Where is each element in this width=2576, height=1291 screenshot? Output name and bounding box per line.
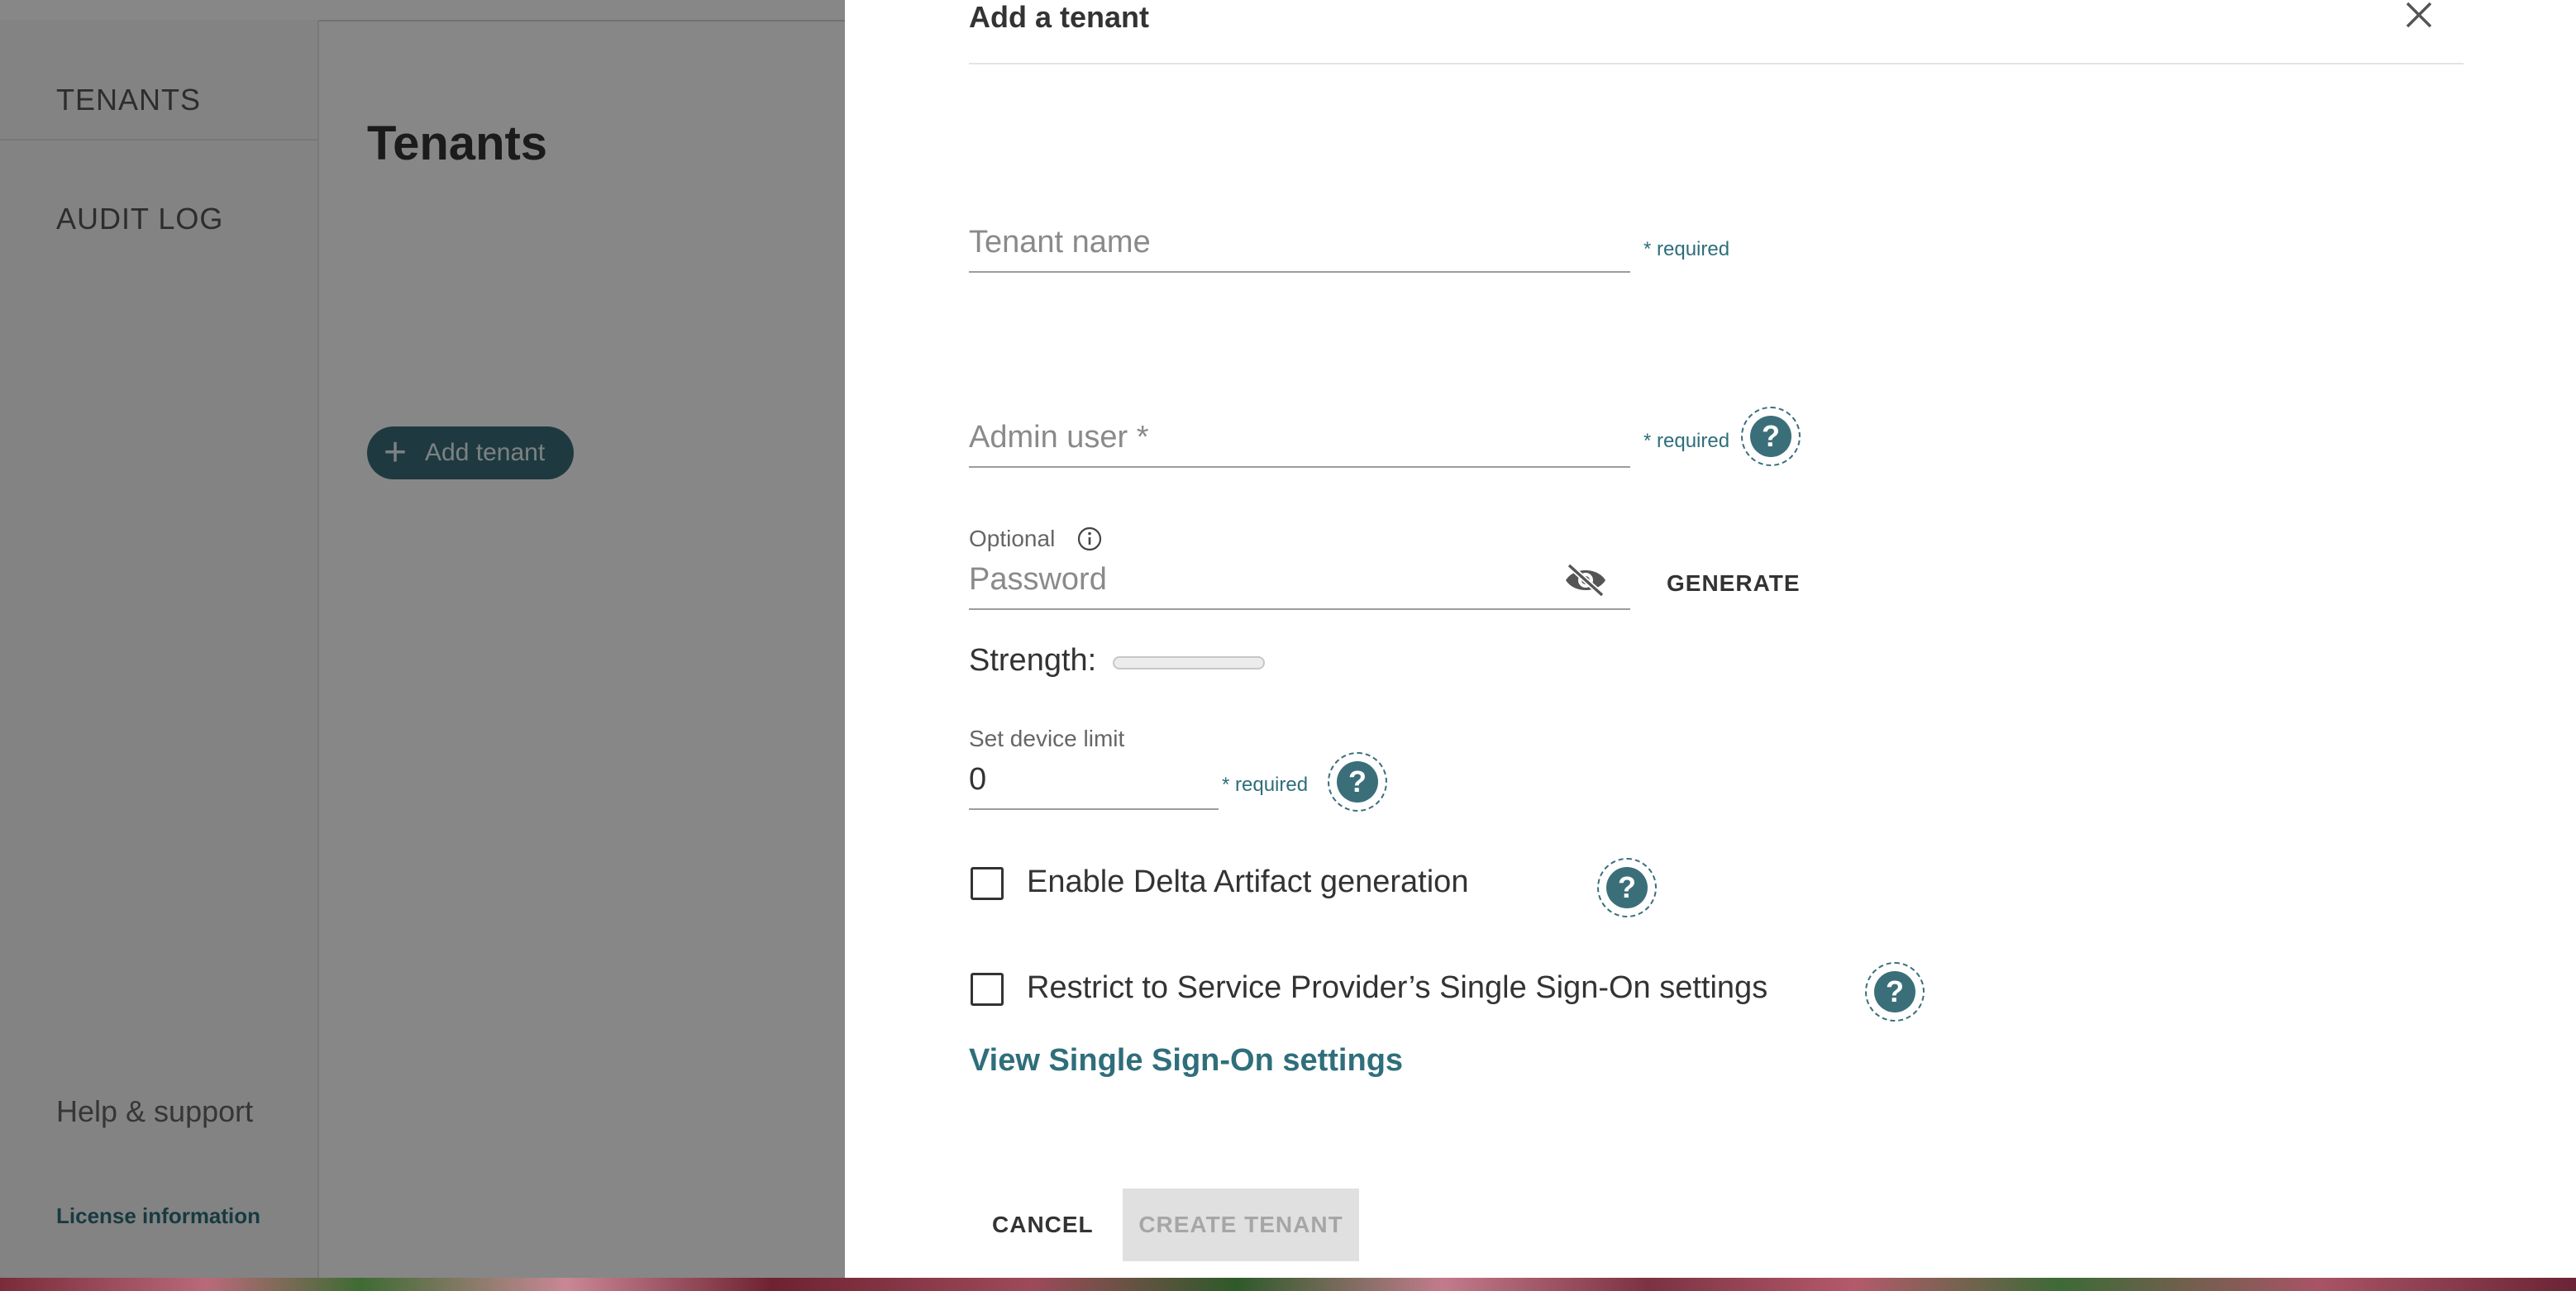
header-divider <box>969 63 2464 64</box>
modal-backdrop[interactable] <box>0 0 845 1278</box>
help-icon: ? <box>1874 971 1915 1012</box>
password-optional-label: Optional <box>969 526 1056 551</box>
admin-user-help-button[interactable]: ? <box>1741 407 1801 466</box>
device-limit-help-button[interactable]: ? <box>1328 752 1387 812</box>
view-sso-settings-link[interactable]: View Single Sign-On settings <box>969 1043 1403 1079</box>
help-icon: ? <box>1750 416 1791 457</box>
delta-artifact-label[interactable]: Enable Delta Artifact generation <box>1027 865 1468 900</box>
sso-restrict-checkbox[interactable] <box>971 973 1004 1006</box>
device-limit-required: * required <box>1222 774 1309 796</box>
add-tenant-dialog: Add a tenant Tenant name * required Admi… <box>845 0 2576 1278</box>
tenant-name-required: * required <box>1643 238 1730 260</box>
sso-restrict-label[interactable]: Restrict to Service Provider’s Single Si… <box>1027 970 1767 1006</box>
tenant-name-input[interactable]: Tenant name <box>969 225 1151 260</box>
device-limit-underline <box>969 808 1219 810</box>
create-tenant-button[interactable]: CREATE TENANT <box>1123 1189 1359 1261</box>
help-icon: ? <box>1606 867 1648 908</box>
close-icon[interactable] <box>2402 0 2435 33</box>
password-underline <box>969 608 1630 610</box>
help-icon: ? <box>1337 761 1378 803</box>
device-limit-input[interactable]: 0 <box>969 762 986 798</box>
delta-artifact-checkbox[interactable] <box>971 867 1004 900</box>
eye-off-icon[interactable] <box>1562 562 1609 598</box>
background-photo-strip <box>0 1278 2576 1291</box>
device-limit-label: Set device limit <box>969 726 1125 751</box>
generate-password-button[interactable]: GENERATE <box>1667 570 1801 597</box>
password-strength-bar <box>1113 656 1265 669</box>
admin-user-input[interactable]: Admin user * <box>969 420 1149 455</box>
admin-user-underline <box>969 466 1630 468</box>
dialog-title: Add a tenant <box>969 0 1150 34</box>
admin-user-required: * required <box>1643 430 1730 452</box>
info-icon[interactable] <box>1076 526 1103 552</box>
password-input[interactable]: Password <box>969 562 1107 598</box>
strength-label: Strength: <box>969 643 1097 678</box>
sso-restrict-help-button[interactable]: ? <box>1865 962 1925 1022</box>
delta-artifact-help-button[interactable]: ? <box>1597 858 1657 917</box>
cancel-button[interactable]: CANCEL <box>992 1212 1094 1238</box>
tenant-name-underline <box>969 271 1630 273</box>
